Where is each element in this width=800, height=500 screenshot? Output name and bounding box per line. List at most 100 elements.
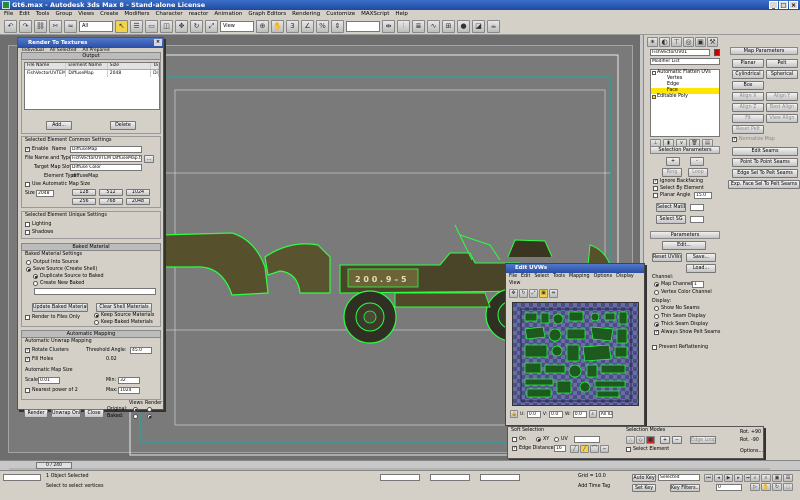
falloff-field[interactable]: [574, 436, 600, 443]
snap-toggle-icon[interactable]: 3: [286, 20, 299, 33]
pan-icon[interactable]: ✋: [761, 483, 771, 491]
z-coord-field[interactable]: [480, 474, 520, 481]
auto-mapping-header[interactable]: Automatic Mapping: [21, 330, 161, 338]
falloff-linear-icon[interactable]: ╱: [580, 445, 589, 453]
map-channel-field[interactable]: 1: [692, 281, 704, 288]
select-object-icon[interactable]: ↖: [115, 20, 128, 33]
update-baked-materials-button[interactable]: Update Baked Materials: [32, 303, 88, 312]
rot-plus-90-label[interactable]: Rot. +90: [740, 430, 761, 435]
render-scene-icon[interactable]: ◪: [472, 20, 485, 33]
menu-group[interactable]: Group: [55, 10, 72, 19]
motion-tab-icon[interactable]: ◎: [683, 37, 694, 47]
table-row[interactable]: FishVectorUVTEM DiffuseMap 2048 Diff: [25, 70, 160, 77]
normalize-map-checkbox[interactable]: ✓: [732, 137, 737, 142]
enable-checkbox[interactable]: ✓: [25, 147, 30, 152]
uvw-menu-edit[interactable]: Edit: [521, 273, 530, 280]
size-2048-button[interactable]: 2048: [126, 198, 150, 205]
element-name-field[interactable]: DiffuseMap: [70, 146, 142, 153]
keep-source-radio[interactable]: [94, 313, 99, 318]
selection-filter-dropdown[interactable]: All: [79, 21, 113, 32]
w-field[interactable]: 0.0: [572, 410, 587, 418]
menu-create[interactable]: Create: [100, 10, 118, 19]
uvw-menu-file[interactable]: File: [509, 273, 517, 280]
box-button[interactable]: Box: [732, 81, 764, 90]
scale-field[interactable]: 0.01: [38, 377, 60, 384]
col-element-name[interactable]: Element Name: [66, 63, 108, 69]
pelt-button[interactable]: Pelt: [766, 59, 798, 68]
v-field[interactable]: 0.0: [549, 410, 564, 418]
shadows-checkbox[interactable]: [25, 230, 30, 235]
uvw-move-icon[interactable]: ✥: [509, 289, 518, 298]
uvw-rotate-icon[interactable]: ↻: [519, 289, 528, 298]
menu-reactor[interactable]: reactor: [189, 10, 209, 19]
vertex-mode-icon[interactable]: ∴: [626, 436, 635, 444]
show-no-seams-radio[interactable]: [654, 306, 659, 311]
modifier-stack[interactable]: Automatic Flatten UVs Vertex Edge Face E…: [650, 69, 720, 137]
col-size[interactable]: Size: [108, 63, 152, 69]
menu-views[interactable]: Views: [78, 10, 94, 19]
rtt-close-button[interactable]: ×: [154, 39, 162, 46]
zoom-extents-all-icon[interactable]: ⊞: [783, 474, 793, 482]
menu-edit[interactable]: Edit: [19, 10, 30, 19]
arc-rotate-icon[interactable]: ↻: [772, 483, 782, 491]
baked-material-dropdown[interactable]: [34, 288, 156, 295]
size-256-button[interactable]: 256: [72, 198, 96, 205]
schematic-view-icon[interactable]: ⊞: [442, 20, 455, 33]
mirror-icon[interactable]: ⇹: [382, 20, 395, 33]
select-move-icon[interactable]: ✥: [175, 20, 188, 33]
sg-field[interactable]: [690, 216, 704, 223]
hierarchy-tab-icon[interactable]: ⊤: [671, 37, 682, 47]
zoom-icon[interactable]: ⌕: [750, 474, 760, 482]
spherical-button[interactable]: Spherical: [766, 70, 798, 79]
baked-material-header[interactable]: Baked Material: [21, 243, 161, 251]
link-icon[interactable]: ⛓: [34, 20, 47, 33]
prevent-reflattening-checkbox[interactable]: [652, 345, 657, 350]
edge-loop-button[interactable]: Edge Loop: [690, 436, 716, 444]
grow-selection-button[interactable]: +: [666, 157, 680, 166]
menu-character[interactable]: Character: [156, 10, 183, 19]
menu-customize[interactable]: Customize: [326, 10, 355, 19]
rot-minus-90-label[interactable]: Rot. -90: [740, 438, 759, 443]
fov-icon[interactable]: ▷: [750, 483, 760, 491]
align-y-button[interactable]: Align Y: [766, 92, 798, 101]
u-field[interactable]: 0.0: [526, 410, 541, 418]
rect-selection-icon[interactable]: ▭: [145, 20, 158, 33]
current-frame-field[interactable]: 0: [716, 484, 742, 491]
uvw-zoom-icon[interactable]: ⌕: [588, 410, 597, 418]
render-files-only-checkbox[interactable]: [25, 315, 30, 320]
parameters-header[interactable]: Parameters: [650, 231, 720, 239]
thin-seam-radio[interactable]: [654, 314, 659, 319]
edit-uvw-button[interactable]: Edit...: [662, 241, 706, 250]
select-sg-button[interactable]: Select SG: [656, 215, 686, 224]
target-map-slot-dropdown[interactable]: Diffuse Color: [70, 164, 142, 171]
redo-icon[interactable]: ↷: [19, 20, 32, 33]
keep-baked-radio[interactable]: [94, 320, 99, 325]
key-filters-button[interactable]: Key Filters...: [670, 484, 700, 492]
close-dialog-button[interactable]: Close: [84, 409, 104, 418]
falloff-slow-icon[interactable]: ⌒: [590, 445, 599, 453]
close-button[interactable]: ×: [789, 1, 798, 9]
play-icon[interactable]: ▶: [724, 474, 733, 482]
utilities-tab-icon[interactable]: ⚒: [707, 37, 718, 47]
quick-render-icon[interactable]: ☕: [487, 20, 500, 33]
baked-views-radio[interactable]: [133, 414, 138, 419]
save-uvw-button[interactable]: Save...: [686, 253, 716, 262]
edge-distance-field[interactable]: 16: [554, 445, 566, 452]
max-field[interactable]: 1024: [118, 387, 140, 394]
rotate-clusters-checkbox[interactable]: ✓: [25, 348, 30, 353]
selection-plus-icon[interactable]: +: [660, 436, 670, 444]
undo-icon[interactable]: ↶: [4, 20, 17, 33]
reset-uvws-button[interactable]: Reset UVWs: [652, 253, 682, 262]
duplicate-source-radio[interactable]: [33, 274, 38, 279]
nearest-power-checkbox[interactable]: [25, 388, 30, 393]
window-crossing-icon[interactable]: ◫: [160, 20, 173, 33]
render-button[interactable]: Render: [24, 409, 48, 418]
uvw-view-menu[interactable]: View: [506, 280, 644, 287]
add-element-button[interactable]: Add...: [46, 121, 72, 130]
maximize-button[interactable]: □: [779, 1, 788, 9]
delete-element-button[interactable]: Delete: [110, 121, 136, 130]
manipulate-icon[interactable]: ✋: [271, 20, 284, 33]
create-new-baked-radio[interactable]: [33, 281, 38, 286]
reference-coord-dropdown[interactable]: View: [220, 21, 254, 32]
planar-button[interactable]: Planar: [732, 59, 764, 68]
